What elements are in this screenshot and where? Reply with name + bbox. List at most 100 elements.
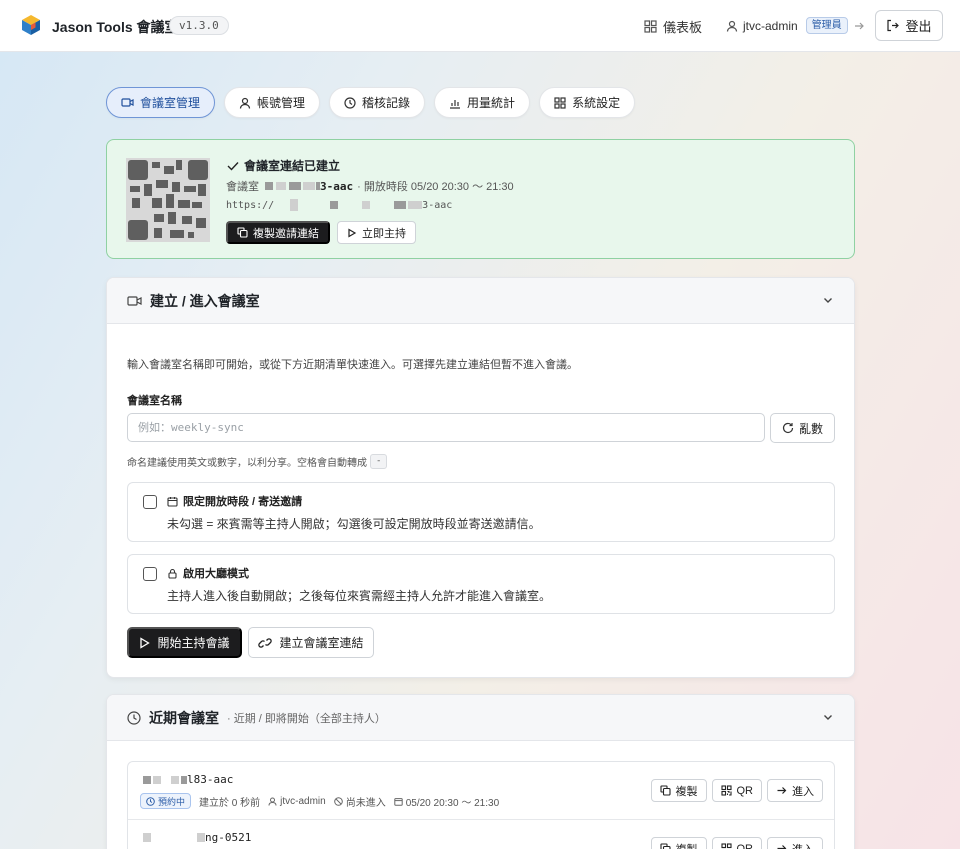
copy-button[interactable]: 複製 <box>650 779 707 802</box>
redacted-block <box>303 182 315 190</box>
redacted-block <box>394 201 407 209</box>
entered-status: 尚未進入 <box>345 797 386 809</box>
create-card-title: 建立 / 進入會議室 <box>150 292 260 309</box>
list-item[interactable]: ng-0521 複製 QR <box>128 820 834 849</box>
user-menu[interactable]: jtvc-admin 管理員 <box>726 17 865 34</box>
logout-icon <box>887 19 900 32</box>
qr-label: QR <box>736 842 754 849</box>
calendar-icon <box>167 496 178 507</box>
arrow-right-icon <box>854 22 864 29</box>
user-icon <box>239 97 251 109</box>
video-icon <box>121 98 134 107</box>
redacted-block <box>408 201 423 209</box>
enter-label: 進入 <box>792 841 814 849</box>
blocked-icon <box>333 796 343 806</box>
refresh-icon <box>782 422 794 434</box>
copy-invite-link-button[interactable]: 複製邀請連結 <box>226 221 330 244</box>
copy-icon <box>659 785 671 796</box>
tab-usage-stats[interactable]: 用量統計 <box>434 87 531 118</box>
tab-label: 用量統計 <box>467 96 516 110</box>
room-name-input[interactable] <box>127 413 765 442</box>
grid-icon <box>554 96 566 109</box>
arrow-right-icon <box>777 787 787 794</box>
status-text: 預約中 <box>158 796 186 807</box>
tab-system-settings[interactable]: 系統設定 <box>539 87 636 118</box>
tab-accounts[interactable]: 帳號管理 <box>224 87 321 118</box>
status-badge: 預約中 <box>140 793 192 809</box>
room-meta: 預約中 建立於 0 秒前 jtvc-admin 尚未進入 05/20 20:30… <box>140 793 499 809</box>
logout-button[interactable]: 登出 <box>875 10 943 41</box>
schedule-checkbox[interactable] <box>143 495 157 509</box>
redacted-block <box>330 201 339 209</box>
clock-icon <box>146 796 155 806</box>
start-hosting-label: 開始主持會議 <box>157 636 230 650</box>
dashboard-link[interactable]: 儀表板 <box>644 17 702 36</box>
grid-icon <box>644 20 657 33</box>
video-icon <box>127 295 142 306</box>
create-card-header[interactable]: 建立 / 進入會議室 <box>107 278 854 324</box>
username: jtvc-admin <box>743 18 798 33</box>
redacted-block <box>153 775 161 784</box>
room-schedule: · 開放時段 05/20 20:30 〜 21:30 <box>357 181 514 193</box>
redacted-block <box>289 182 301 190</box>
entered-info: 尚未進入 <box>333 794 386 809</box>
lobby-option[interactable]: 啟用大廳模式 主持人進入後自動開啟；之後每位來賓需經主持人允許才能進入會議室。 <box>127 554 835 614</box>
tab-label: 帳號管理 <box>257 96 306 110</box>
room-name-suffix: ng-0521 <box>205 831 252 844</box>
room-name-suffix: l83-aac <box>187 773 234 786</box>
tab-meeting-rooms[interactable]: 會議室管理 <box>106 87 216 118</box>
host-now-button[interactable]: 立即主持 <box>337 221 416 244</box>
bar-chart-icon <box>450 99 461 109</box>
redacted-block <box>171 775 179 784</box>
list-item[interactable]: l83-aac 預約中 建立於 0 秒前 jtvc-admin 尚未進入 05/… <box>128 762 834 820</box>
schedule-title-text: 限定開放時段 / 寄送邀請 <box>183 496 303 508</box>
banner-actions: 複製邀請連結 立即主持 <box>226 221 416 244</box>
room-name: l83-aac <box>143 773 233 786</box>
recent-card-subtitle: · 近期 / 即將開始（全部主持人） <box>227 712 386 725</box>
banner-title-text: 會議室連結已建立 <box>244 159 341 173</box>
top-bar: Jason Tools 會議室 v1.3.0 儀表板 jtvc-admin 管理… <box>0 0 960 52</box>
created-time: 建立於 0 秒前 <box>199 797 261 809</box>
clock-icon <box>127 710 141 725</box>
recent-rooms-list: l83-aac 預約中 建立於 0 秒前 jtvc-admin 尚未進入 05/… <box>127 761 835 849</box>
qr-label: QR <box>736 784 754 797</box>
dashboard-label: 儀表板 <box>663 20 703 35</box>
copy-label: 複製 <box>676 841 698 849</box>
banner-url: https:// 3-aac <box>226 199 452 211</box>
create-room-link-button[interactable]: 建立會議室連結 <box>248 627 374 658</box>
room-prefix: 會議室 <box>226 181 259 193</box>
redacted-block <box>197 833 205 842</box>
schedule-option-desc: 未勾選 = 來賓需等主持人開啟；勾選後可設定開放時段並寄送邀請信。 <box>167 517 541 531</box>
main-tabs: 會議室管理 帳號管理 稽核記錄 用量統計 系統設定 <box>106 87 636 118</box>
recent-card-header[interactable]: 近期會議室 · 近期 / 即將開始（全部主持人） <box>107 695 854 741</box>
start-hosting-button[interactable]: 開始主持會議 <box>127 627 242 658</box>
schedule-option[interactable]: 限定開放時段 / 寄送邀請 未勾選 = 來賓需等主持人開啟；勾選後可設定開放時段… <box>127 482 835 542</box>
random-name-button[interactable]: 亂數 <box>770 413 835 443</box>
tab-audit-log[interactable]: 稽核記錄 <box>329 87 426 118</box>
create-intro-text: 輸入會議室名稱即可開始，或從下方近期清單快速進入。可選擇先建立連結但暫不進入會議… <box>127 359 578 371</box>
clock-icon <box>344 96 356 109</box>
qr-button[interactable]: QR <box>711 779 762 802</box>
chevron-down-icon[interactable] <box>822 294 834 306</box>
copy-invite-label: 複製邀請連結 <box>253 227 319 240</box>
enter-button[interactable]: 進入 <box>767 779 823 802</box>
copy-icon <box>237 227 248 238</box>
copy-button[interactable]: 複製 <box>650 837 707 849</box>
banner-room-info: 會議室 3-aac · 開放時段 05/20 20:30 〜 21:30 <box>226 178 514 194</box>
lobby-option-title: 啟用大廳模式 <box>167 565 249 581</box>
qr-button[interactable]: QR <box>711 837 762 849</box>
lobby-checkbox[interactable] <box>143 567 157 581</box>
redacted-block <box>290 199 299 211</box>
qr-code-image[interactable] <box>126 158 210 242</box>
play-icon <box>348 227 357 238</box>
random-label: 亂數 <box>798 421 823 436</box>
host-now-label: 立即主持 <box>362 227 406 240</box>
user-icon <box>726 20 738 32</box>
enter-button[interactable]: 進入 <box>767 837 823 849</box>
url-prefix: https:// <box>226 199 275 211</box>
schedule-option-title: 限定開放時段 / 寄送邀請 <box>167 493 302 509</box>
logout-label: 登出 <box>905 19 932 34</box>
copy-icon <box>659 843 671 849</box>
chevron-down-icon[interactable] <box>822 711 834 723</box>
room-name: ng-0521 <box>143 831 251 844</box>
